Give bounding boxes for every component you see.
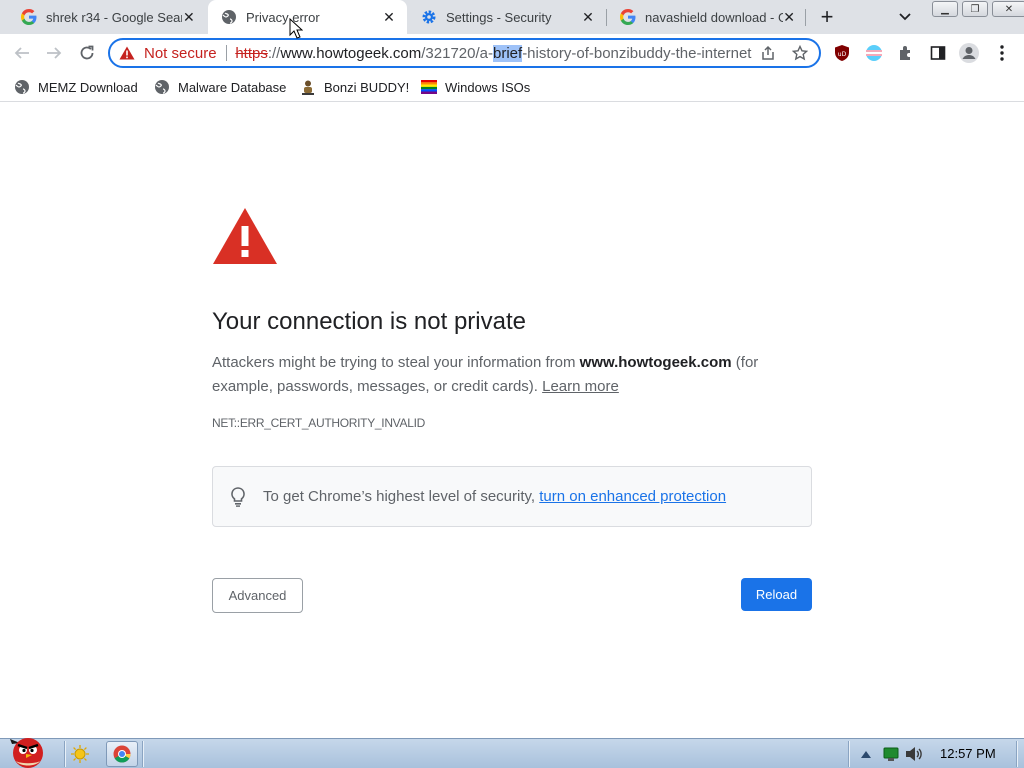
show-desktop-button[interactable] (1016, 741, 1018, 767)
close-window-button[interactable]: ✕ (992, 1, 1024, 17)
tab-search-button[interactable] (895, 7, 915, 27)
angry-bird-icon (10, 738, 43, 768)
tab-separator (805, 9, 806, 26)
profile-avatar-icon[interactable] (958, 42, 980, 64)
tray-network-icon[interactable] (882, 745, 900, 763)
warning-triangle-icon[interactable] (119, 45, 135, 61)
minimize-icon: ▁ (941, 3, 949, 15)
restore-icon: ❐ (970, 3, 980, 15)
url-path-start: /321720/a- (421, 44, 493, 62)
globe-icon (221, 9, 237, 25)
back-arrow-icon (14, 47, 29, 59)
chevron-down-icon (899, 13, 911, 21)
learn-more-link[interactable]: Learn more (542, 378, 619, 395)
ublock-origin-icon[interactable]: uD (831, 42, 853, 64)
pride-extension-icon[interactable] (863, 42, 885, 64)
tab-title: Privacy error (246, 9, 320, 25)
taskbar-separator (848, 741, 850, 767)
privacy-error-page: Your connection is not private Attackers… (0, 103, 1024, 738)
warning-triangle-icon (212, 207, 278, 265)
advanced-button[interactable]: Advanced (212, 578, 303, 613)
new-tab-button[interactable]: + (815, 4, 839, 29)
close-icon[interactable]: ✕ (381, 9, 397, 25)
url-text[interactable]: https://www.howtogeek.com/321720/a-brief… (235, 44, 752, 62)
bookmark-bonzi-buddy[interactable]: Bonzi BUDDY! (300, 76, 409, 98)
settings-gear-icon (421, 9, 437, 25)
tab-settings-security[interactable]: Settings - Security ✕ (408, 0, 606, 34)
description-host: www.howtogeek.com (579, 354, 732, 371)
close-icon[interactable]: ✕ (783, 9, 795, 25)
close-icon[interactable]: ✕ (580, 9, 596, 25)
share-icon[interactable] (757, 42, 779, 64)
tab-google-search-navashield[interactable]: navashield download - Google Search ✕ (607, 0, 805, 34)
minimize-button[interactable]: ▁ (932, 1, 958, 17)
svg-text:uD: uD (838, 51, 847, 58)
bookmark-star-icon[interactable] (789, 42, 811, 64)
forward-button[interactable] (42, 41, 66, 65)
url-path-selection: brief (493, 44, 523, 62)
system-clock[interactable]: 12:57 PM (940, 746, 996, 761)
enhanced-protection-promo: To get Chrome’s highest level of securit… (212, 466, 812, 527)
globe-icon (154, 79, 170, 95)
bookmarks-bar: MEMZ Download Malware Database Bonzi BUD… (0, 72, 1024, 102)
taskbar-separator (64, 741, 66, 767)
url-scheme: https (235, 44, 268, 62)
window-controls: ▁ ❐ ✕ (928, 1, 1024, 17)
omnibox-divider (225, 45, 227, 61)
bookmark-memz-download[interactable]: MEMZ Download (14, 76, 138, 98)
mouse-cursor-icon (289, 17, 304, 40)
bookmark-malware-database[interactable]: Malware Database (154, 76, 286, 98)
forward-arrow-icon (47, 47, 62, 59)
google-icon (620, 9, 636, 25)
tray-volume-icon[interactable] (905, 745, 923, 763)
extensions-puzzle-icon[interactable] (895, 42, 917, 64)
close-icon[interactable]: ✕ (182, 9, 196, 25)
taskbar-separator (142, 741, 144, 767)
tab-strip: shrek r34 - Google Search ✕ Privacy erro… (0, 0, 1024, 34)
tab-privacy-error[interactable]: Privacy error ✕ (208, 0, 407, 34)
url-separator: :// (267, 44, 281, 62)
bookmark-label: Malware Database (178, 79, 287, 95)
close-icon: ✕ (1004, 3, 1014, 15)
enhanced-protection-link[interactable]: turn on enhanced protection (539, 488, 726, 505)
tab-google-search-shrek[interactable]: shrek r34 - Google Search ✕ (8, 0, 206, 34)
globe-icon (14, 79, 30, 95)
restore-button[interactable]: ❐ (962, 1, 988, 17)
quick-launch-sun-icon[interactable] (70, 744, 90, 764)
start-button[interactable] (4, 731, 50, 768)
lightbulb-icon (228, 486, 248, 508)
reload-toolbar-button[interactable] (75, 41, 99, 65)
toolbar: Not secure https://www.howtogeek.com/321… (0, 34, 1024, 72)
bookmark-label: MEMZ Download (38, 79, 138, 95)
enhanced-protection-prompt: To get Chrome’s highest level of securit… (263, 488, 540, 505)
back-button[interactable] (10, 41, 34, 65)
google-icon (21, 9, 37, 25)
description-text: Attackers might be trying to steal your … (212, 354, 580, 371)
url-host: www.howtogeek.com (280, 44, 422, 62)
bookmark-label: Windows ISOs (445, 79, 531, 95)
reload-icon (80, 45, 94, 60)
menu-kebab-icon[interactable] (991, 42, 1013, 64)
taskbar: 12:57 PM (0, 738, 1024, 768)
taskbar-chrome-button[interactable] (106, 741, 138, 767)
reload-button[interactable]: Reload (741, 578, 812, 611)
bookmark-label: Bonzi BUDDY! (324, 79, 410, 95)
error-code: NET::ERR_CERT_AUTHORITY_INVALID (212, 416, 425, 430)
chrome-icon (113, 745, 131, 763)
tab-title: Settings - Security (446, 9, 552, 25)
tab-title: shrek r34 - Google Search (46, 9, 182, 25)
browser-window: shrek r34 - Google Search ✕ Privacy erro… (0, 0, 1024, 768)
not-secure-label[interactable]: Not secure (144, 45, 217, 62)
enhanced-protection-text: To get Chrome’s highest level of securit… (263, 488, 726, 505)
error-description: Attackers might be trying to steal your … (212, 351, 812, 399)
side-panel-icon[interactable] (927, 42, 949, 64)
rainbow-flag-icon (421, 79, 437, 95)
tab-title: navashield download - Google Search (645, 9, 784, 25)
bookmark-windows-isos[interactable]: Windows ISOs (421, 76, 530, 98)
page-heading: Your connection is not private (212, 308, 526, 335)
bonzi-icon (300, 79, 316, 95)
address-bar[interactable]: Not secure https://www.howtogeek.com/321… (108, 38, 821, 68)
tray-show-hidden-icon[interactable] (858, 746, 874, 762)
url-path-end: -history-of-bonzibuddy-the-internets-mos… (522, 44, 752, 62)
